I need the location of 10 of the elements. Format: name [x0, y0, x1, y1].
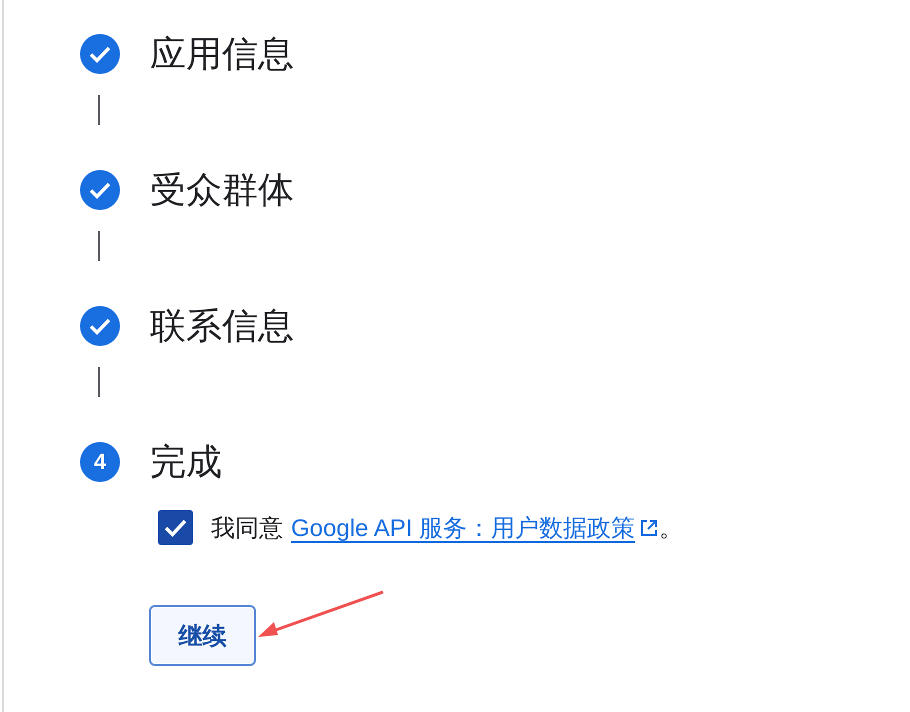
- step-title: 完成: [150, 442, 222, 482]
- external-link-icon: [639, 518, 660, 538]
- step-title: 联系信息: [150, 306, 294, 346]
- step-title: 应用信息: [150, 34, 294, 74]
- consent-text: 我同意 Google API 服务：用户数据政策 。: [211, 514, 684, 544]
- checkbox[interactable]: [158, 510, 193, 545]
- step-number: 4: [80, 442, 120, 482]
- continue-button[interactable]: 继续: [149, 605, 256, 666]
- step-title: 受众群体: [150, 170, 294, 210]
- policy-link[interactable]: Google API 服务：用户数据政策: [291, 514, 660, 542]
